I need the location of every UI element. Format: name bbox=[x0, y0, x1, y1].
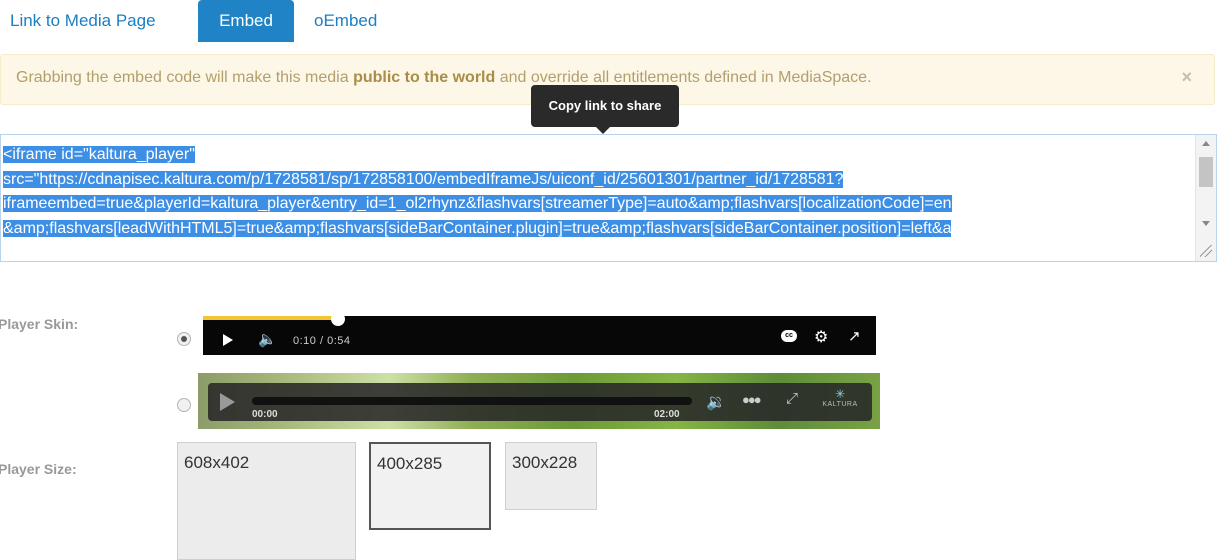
size-option-608x402[interactable]: 608x402 bbox=[177, 442, 356, 560]
volume-icon: 🔉 bbox=[706, 394, 726, 411]
kaltura-logo-icon: ✳ KALTURA bbox=[816, 387, 864, 408]
gear-icon: ⚙ bbox=[814, 329, 829, 346]
player-size-label: Player Size: bbox=[0, 461, 77, 477]
skin2-preview[interactable]: 00:00 02:00 🔉 ●●● ⤢ ✳ KALTURA bbox=[198, 373, 880, 429]
embed-code-textarea[interactable]: <iframe id="kaltura_player" src="https:/… bbox=[0, 134, 1217, 262]
alert-text-before: Grabbing the embed code will make this m… bbox=[16, 69, 354, 86]
embed-code-line: &amp;flashvars[leadWithHTML5]=true&amp;f… bbox=[3, 219, 952, 237]
tab-link-to-media-page[interactable]: Link to Media Page bbox=[10, 0, 156, 42]
skin2-track bbox=[252, 397, 692, 405]
skin1-scrubber bbox=[330, 316, 345, 326]
closed-captions-icon: cc bbox=[781, 330, 797, 342]
embed-code-line: <iframe id="kaltura_player" bbox=[3, 146, 195, 163]
size-option-300x228[interactable]: 300x228 bbox=[505, 442, 597, 510]
player-skin-label: Player Skin: bbox=[0, 316, 79, 332]
skin2-control-bar: 00:00 02:00 🔉 ●●● ⤢ ✳ KALTURA bbox=[208, 383, 872, 421]
skin1-preview[interactable]: 🔈 0:10 / 0:54 cc ⚙ ↗ bbox=[203, 316, 876, 355]
play-icon bbox=[220, 393, 235, 411]
scrollbar-thumb[interactable] bbox=[1199, 157, 1213, 187]
embed-code-text: <iframe id="kaltura_player" src="https:/… bbox=[3, 143, 1189, 241]
skin1-progress-fill bbox=[203, 316, 338, 320]
kaltura-logo-text: KALTURA bbox=[822, 401, 858, 408]
alert-text-bold: public to the world bbox=[353, 69, 496, 86]
resize-grip-icon[interactable] bbox=[1200, 245, 1212, 257]
embed-tabs: Link to Media Page Embed oEmbed bbox=[0, 0, 700, 44]
alert-text-after: and override all entitlements defined in… bbox=[495, 69, 872, 86]
skin1-time: 0:10 / 0:54 bbox=[293, 335, 351, 347]
skin2-time-end: 02:00 bbox=[654, 409, 680, 420]
close-icon[interactable]: × bbox=[1181, 67, 1192, 88]
fullscreen-icon: ⤢ bbox=[786, 390, 799, 407]
skin1-radio[interactable] bbox=[177, 332, 191, 346]
textarea-scrollbar[interactable] bbox=[1195, 135, 1216, 261]
size-option-400x285[interactable]: 400x285 bbox=[369, 442, 491, 530]
people-icon: ●●● bbox=[742, 392, 762, 407]
play-icon bbox=[223, 334, 233, 346]
fullscreen-icon: ↗ bbox=[848, 328, 861, 345]
volume-icon: 🔈 bbox=[258, 331, 277, 348]
tab-oembed[interactable]: oEmbed bbox=[314, 0, 377, 42]
alert-message: Grabbing the embed code will make this m… bbox=[16, 69, 872, 87]
embed-code-line: iframeembed=true&playerId=kaltura_player… bbox=[3, 195, 952, 212]
copy-tooltip: Copy link to share bbox=[531, 85, 679, 134]
embed-code-line: src="https://cdnapisec.kaltura.com/p/172… bbox=[3, 170, 844, 188]
skin2-radio[interactable] bbox=[177, 398, 191, 412]
scroll-up-icon[interactable] bbox=[1202, 141, 1210, 146]
scroll-down-icon[interactable] bbox=[1202, 221, 1210, 226]
tab-embed[interactable]: Embed bbox=[198, 0, 294, 42]
skin2-time-start: 00:00 bbox=[252, 409, 278, 420]
